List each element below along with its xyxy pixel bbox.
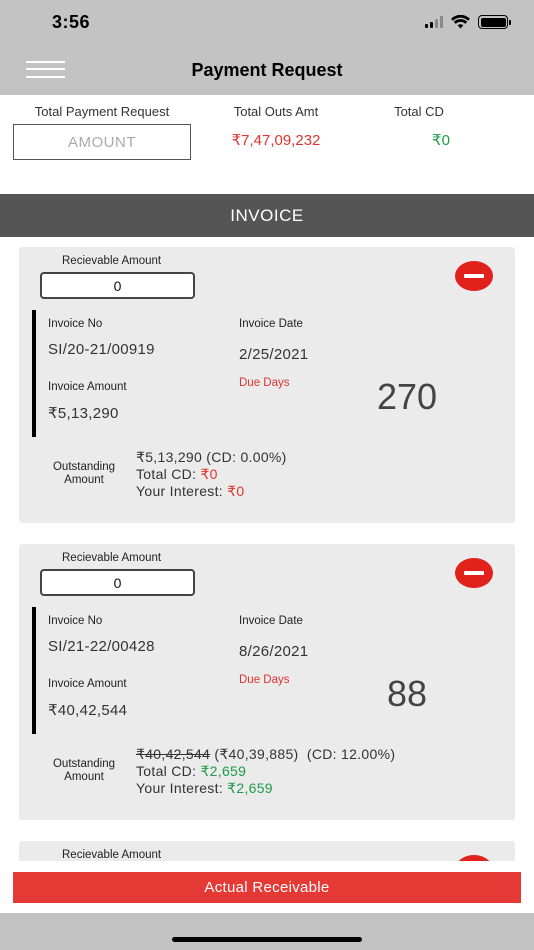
due-days-value: 88 <box>386 673 428 714</box>
outstanding-amount-value: ₹5,13,290 (CD: 0.00%) <box>136 449 287 465</box>
outstanding-original-amount: ₹40,42,544 <box>136 746 211 762</box>
total-outs-amt-value: ₹7,47,09,232 <box>231 132 321 149</box>
total-cd-label: Total CD <box>394 104 444 119</box>
remove-invoice-button[interactable] <box>455 855 493 861</box>
invoice-amount-label: Invoice Amount <box>48 678 127 690</box>
home-indicator[interactable] <box>172 937 362 942</box>
due-days-label: Due Days <box>239 377 290 389</box>
your-interest-label: Your Interest: <box>136 483 228 499</box>
receivable-amount-input[interactable] <box>40 272 195 299</box>
invoice-amount-value: ₹5,13,290 <box>48 405 119 422</box>
invoice-no-value: SI/20-21/00919 <box>48 341 155 358</box>
wifi-icon <box>451 15 470 29</box>
total-cd-row-value: ₹2,659 <box>200 763 247 779</box>
status-time: 3:56 <box>52 12 91 32</box>
invoice-date-label: Invoice Date <box>239 318 303 330</box>
total-cd-value: ₹0 <box>432 132 450 149</box>
due-days-label: Due Days <box>239 674 290 686</box>
receivable-amount-label: Recievable Amount <box>62 255 162 267</box>
invoice-list[interactable]: Recievable Amount Invoice No SI/20-21/00… <box>0 237 534 861</box>
status-icons <box>425 15 511 29</box>
page-title: Payment Request <box>191 60 343 80</box>
outstanding-cd-percent: (CD: 12.00%) <box>298 746 396 762</box>
invoice-date-value: 2/25/2021 <box>239 346 309 363</box>
outstanding-amount-label: Outstanding Amount <box>52 461 115 486</box>
outstanding-amount-label: Outstanding Amount <box>52 758 115 783</box>
actual-receivable-button[interactable]: Actual Receivable <box>13 872 521 903</box>
invoice-no-value: SI/21-22/00428 <box>48 638 155 655</box>
card-accent-bar <box>32 310 36 437</box>
your-interest-value: ₹2,659 <box>227 780 273 796</box>
receivable-amount-label: Recievable Amount <box>62 552 162 564</box>
remove-invoice-button[interactable] <box>455 261 493 291</box>
receivable-amount-label: Recievable Amount <box>62 849 162 861</box>
minus-icon <box>464 274 484 278</box>
your-interest-row: Your Interest: ₹2,659 <box>136 780 273 797</box>
total-payment-request-label: Total Payment Request <box>34 104 170 119</box>
your-interest-row: Your Interest: ₹0 <box>136 483 244 500</box>
top-bar: 3:56 Payment Request <box>0 0 534 95</box>
invoice-date-value: 8/26/2021 <box>239 643 309 660</box>
outstanding-discounted-amount: (₹40,39,885) <box>210 746 299 762</box>
total-cd-row: Total CD: ₹0 <box>136 466 218 483</box>
total-cd-row-value: ₹0 <box>200 466 218 482</box>
your-interest-label: Your Interest: <box>136 780 228 796</box>
invoice-card: Recievable Amount Invoice No SI/21-22/00… <box>19 544 515 820</box>
invoice-no-label: Invoice No <box>48 615 103 627</box>
total-outs-amt-label: Total Outs Amt <box>233 104 319 119</box>
due-days-value: 270 <box>376 376 438 417</box>
total-cd-row: Total CD: ₹2,659 <box>136 763 246 780</box>
minus-icon <box>464 571 484 575</box>
payment-amount-input[interactable] <box>13 124 191 160</box>
invoice-amount-value: ₹40,42,544 <box>48 702 128 719</box>
bottom-bar <box>0 913 534 950</box>
your-interest-value: ₹0 <box>227 483 245 499</box>
cellular-signal-icon <box>425 16 443 28</box>
invoice-amount-label: Invoice Amount <box>48 381 127 393</box>
battery-icon <box>478 15 511 29</box>
invoice-section-header: INVOICE <box>0 194 534 237</box>
invoice-card: Recievable Amount <box>19 841 515 861</box>
total-cd-row-label: Total CD: <box>136 763 201 779</box>
total-cd-row-label: Total CD: <box>136 466 201 482</box>
receivable-amount-input[interactable] <box>40 569 195 596</box>
invoice-card: Recievable Amount Invoice No SI/20-21/00… <box>19 247 515 523</box>
remove-invoice-button[interactable] <box>455 558 493 588</box>
card-accent-bar <box>32 607 36 734</box>
invoice-no-label: Invoice No <box>48 318 103 330</box>
outstanding-amount-value: ₹40,42,544 (₹40,39,885) (CD: 12.00%) <box>136 746 395 763</box>
invoice-date-label: Invoice Date <box>239 615 303 627</box>
